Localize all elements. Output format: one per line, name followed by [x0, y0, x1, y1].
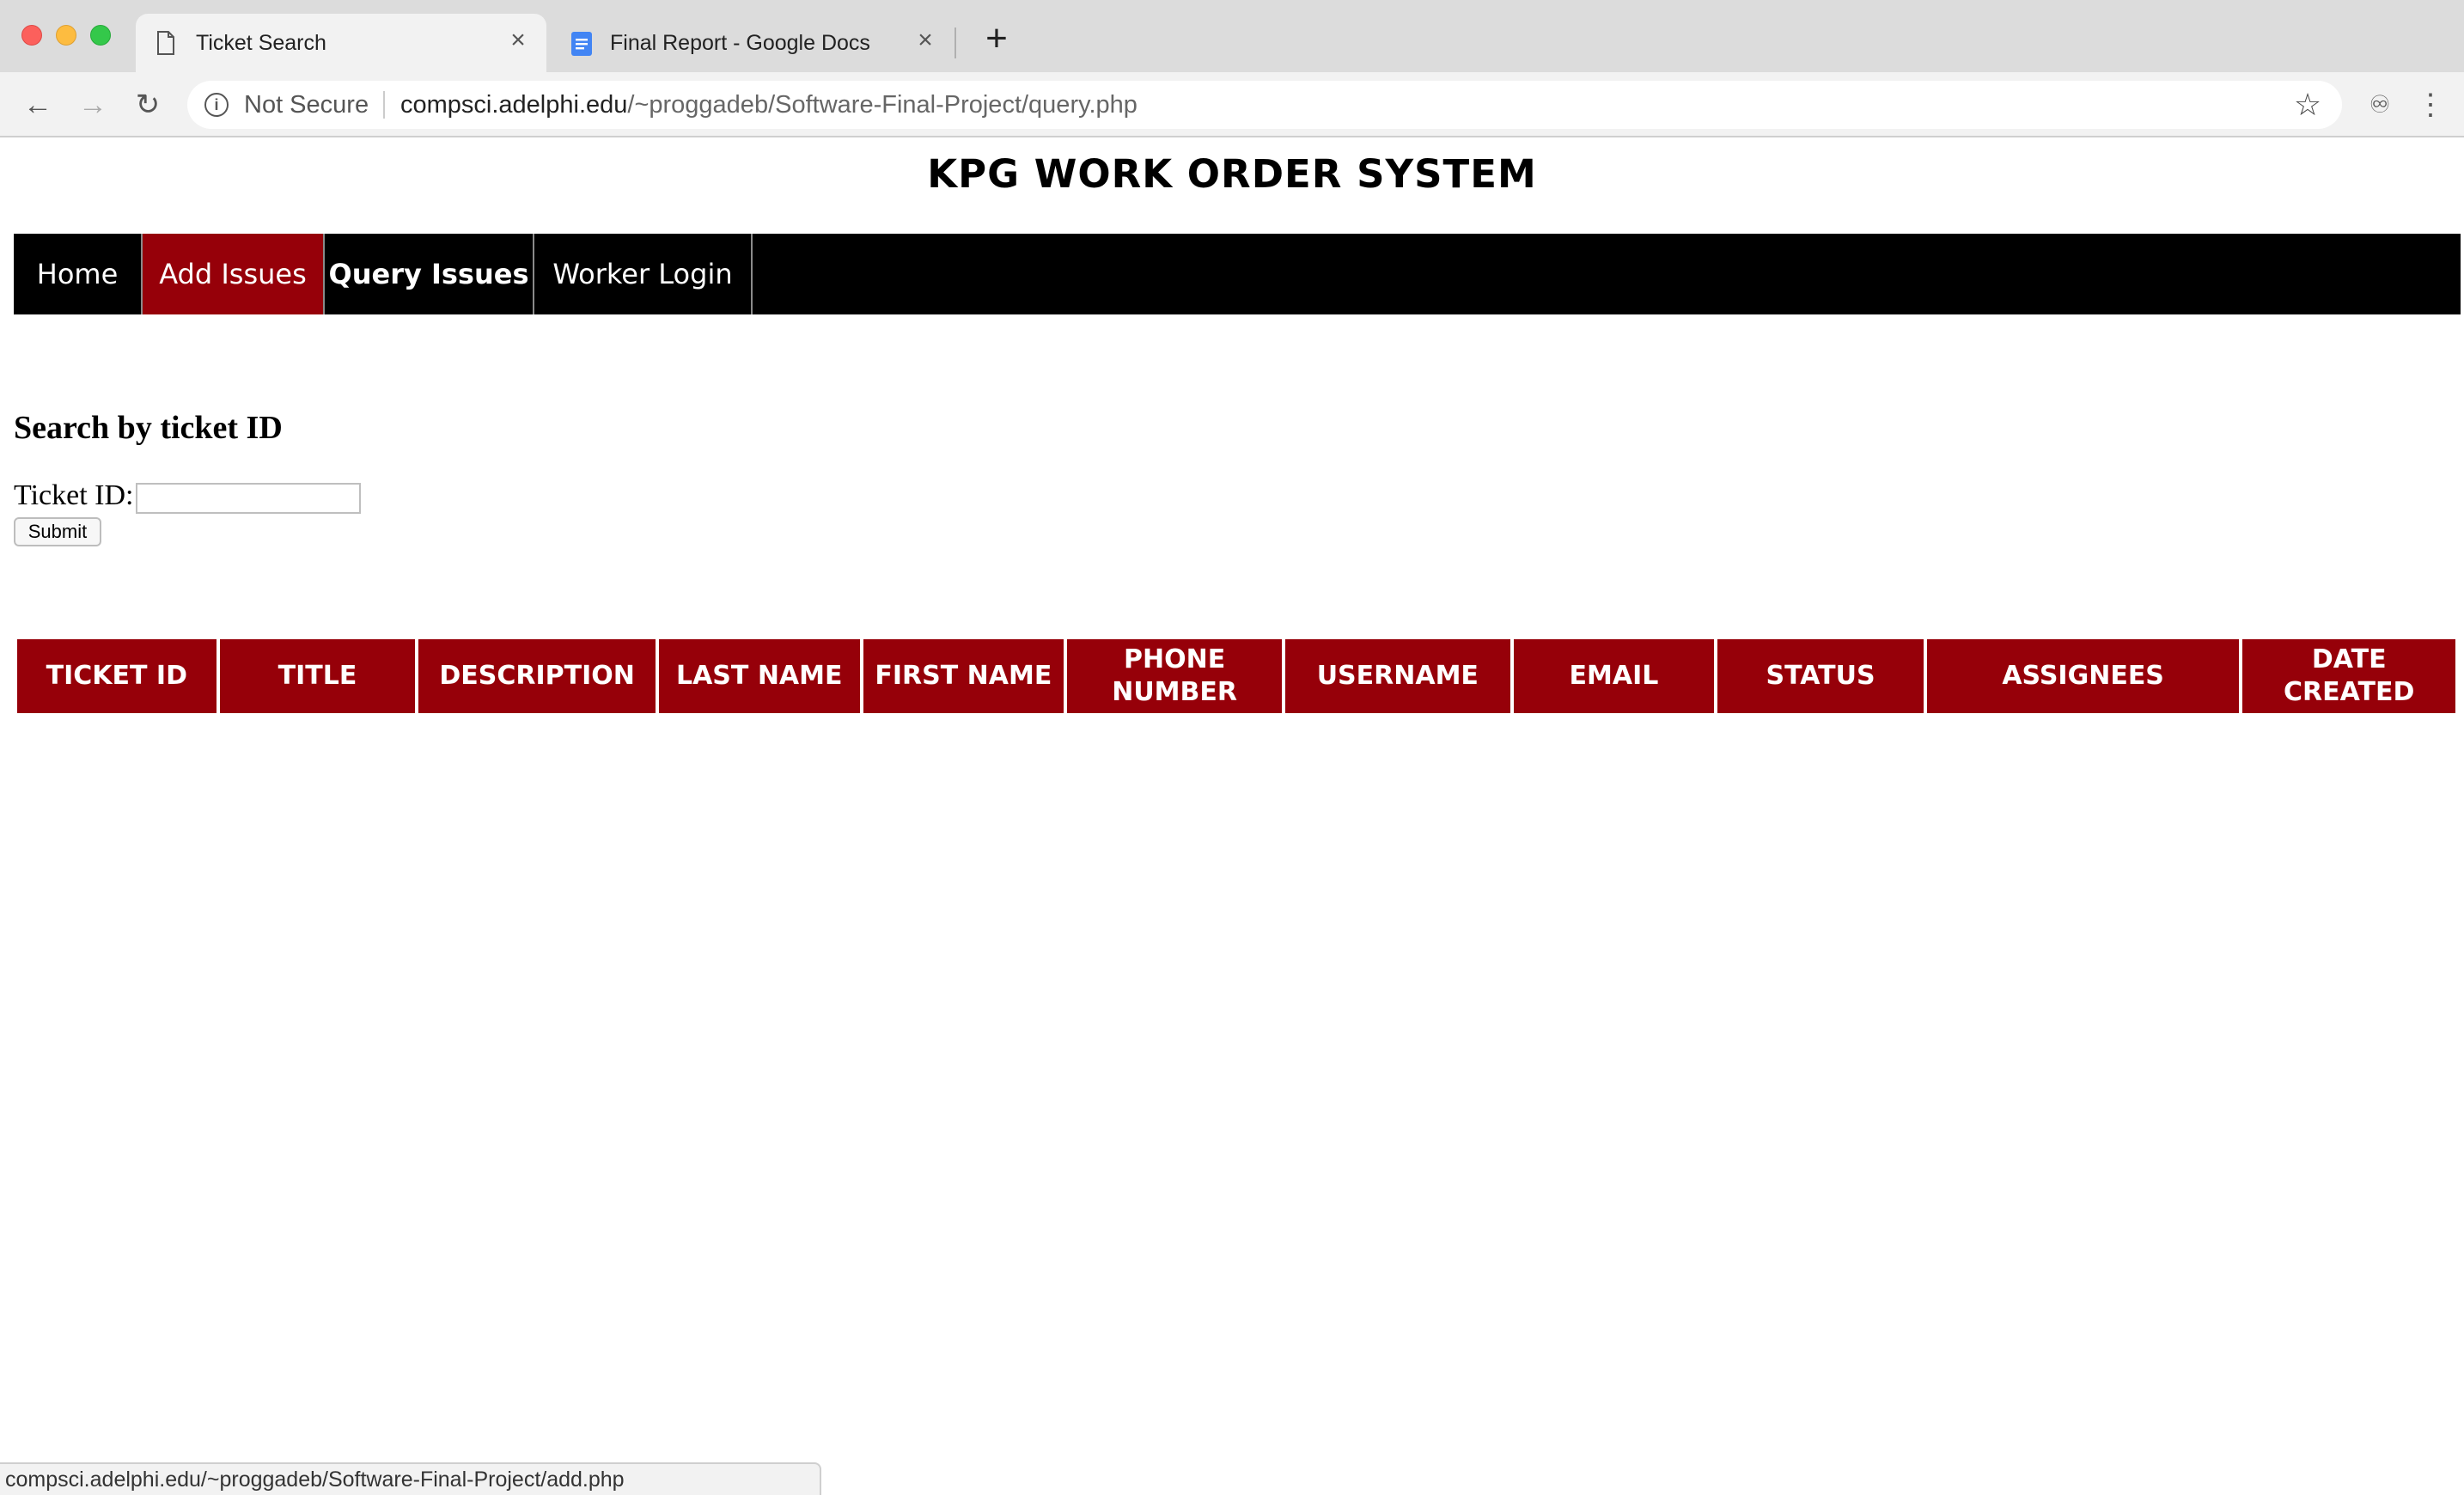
reload-icon[interactable]: ↻	[129, 86, 167, 124]
submit-button[interactable]: Submit	[14, 517, 101, 546]
tab-ticket-search[interactable]: Ticket Search ×	[136, 14, 546, 72]
google-docs-icon	[570, 31, 593, 63]
nav-add-issues[interactable]: Add Issues	[143, 234, 325, 314]
column-header-assignees: ASSIGNEES	[1926, 639, 2240, 713]
page-content: KPG WORK ORDER SYSTEM Home Add Issues Qu…	[0, 137, 2464, 1495]
tab-divider	[954, 27, 956, 58]
document-icon	[156, 31, 175, 61]
column-header-username: USERNAME	[1285, 639, 1510, 713]
column-header-phone-number: PHONE NUMBER	[1067, 639, 1282, 713]
security-label[interactable]: Not Secure	[244, 91, 369, 119]
main-navigation: Home Add Issues Query Issues Worker Logi…	[14, 234, 2461, 314]
column-header-ticket-id: TICKET ID	[17, 639, 217, 713]
bookmark-star-icon[interactable]: ☆	[2290, 88, 2325, 122]
maximize-window-button[interactable]	[90, 25, 111, 46]
tab-title: Ticket Search	[196, 31, 326, 55]
info-icon[interactable]: i	[204, 93, 229, 117]
column-header-last-name: LAST NAME	[658, 639, 860, 713]
browser-menu-icon[interactable]: ⋮	[2416, 88, 2445, 122]
tab-close-icon[interactable]: ×	[912, 27, 938, 53]
browser-toolbar: ← → ↻ i Not Secure compsci.adelphi.edu/~…	[0, 72, 2464, 137]
url-path: /~proggadeb/Software-Final-Project/query…	[627, 91, 1137, 119]
ticket-id-label: Ticket ID:	[14, 479, 134, 511]
nav-home[interactable]: Home	[14, 234, 143, 314]
status-bar-url: compsci.adelphi.edu/~proggadeb/Software-…	[0, 1462, 821, 1495]
column-header-description: DESCRIPTION	[418, 639, 656, 713]
site-title: KPG WORK ORDER SYSTEM	[927, 151, 1537, 197]
new-tab-icon[interactable]: +	[979, 20, 1014, 58]
url-text[interactable]: compsci.adelphi.edu/~proggadeb/Software-…	[400, 91, 1137, 119]
column-header-email: EMAIL	[1513, 639, 1715, 713]
close-window-button[interactable]	[21, 25, 42, 46]
url-host: compsci.adelphi.edu	[400, 91, 628, 119]
results-table-header: TICKET ID TITLE DESCRIPTION LAST NAME FI…	[14, 639, 2459, 713]
address-divider	[383, 91, 385, 119]
tab-title: Final Report - Google Docs	[610, 31, 870, 55]
minimize-window-button[interactable]	[56, 25, 76, 46]
column-header-date-created: DATE CREATED	[2242, 639, 2456, 713]
browser-tabstrip: Ticket Search × Final Report - Google Do…	[0, 0, 2464, 72]
nav-query-issues[interactable]: Query Issues	[325, 234, 534, 314]
address-bar[interactable]: i Not Secure compsci.adelphi.edu/~progga…	[187, 81, 2342, 129]
extension-icon[interactable]: ♾	[2363, 89, 2397, 120]
nav-worker-login[interactable]: Worker Login	[534, 234, 753, 314]
forward-arrow-icon[interactable]: →	[74, 86, 112, 124]
column-header-status: STATUS	[1717, 639, 1924, 713]
search-heading: Search by ticket ID	[14, 410, 283, 446]
tab-close-icon[interactable]: ×	[505, 27, 531, 53]
tab-final-report[interactable]: Final Report - Google Docs ×	[550, 14, 954, 72]
back-arrow-icon[interactable]: ←	[19, 86, 57, 124]
ticket-id-input[interactable]	[136, 483, 361, 514]
column-header-title: TITLE	[219, 639, 416, 713]
column-header-first-name: FIRST NAME	[863, 639, 1064, 713]
